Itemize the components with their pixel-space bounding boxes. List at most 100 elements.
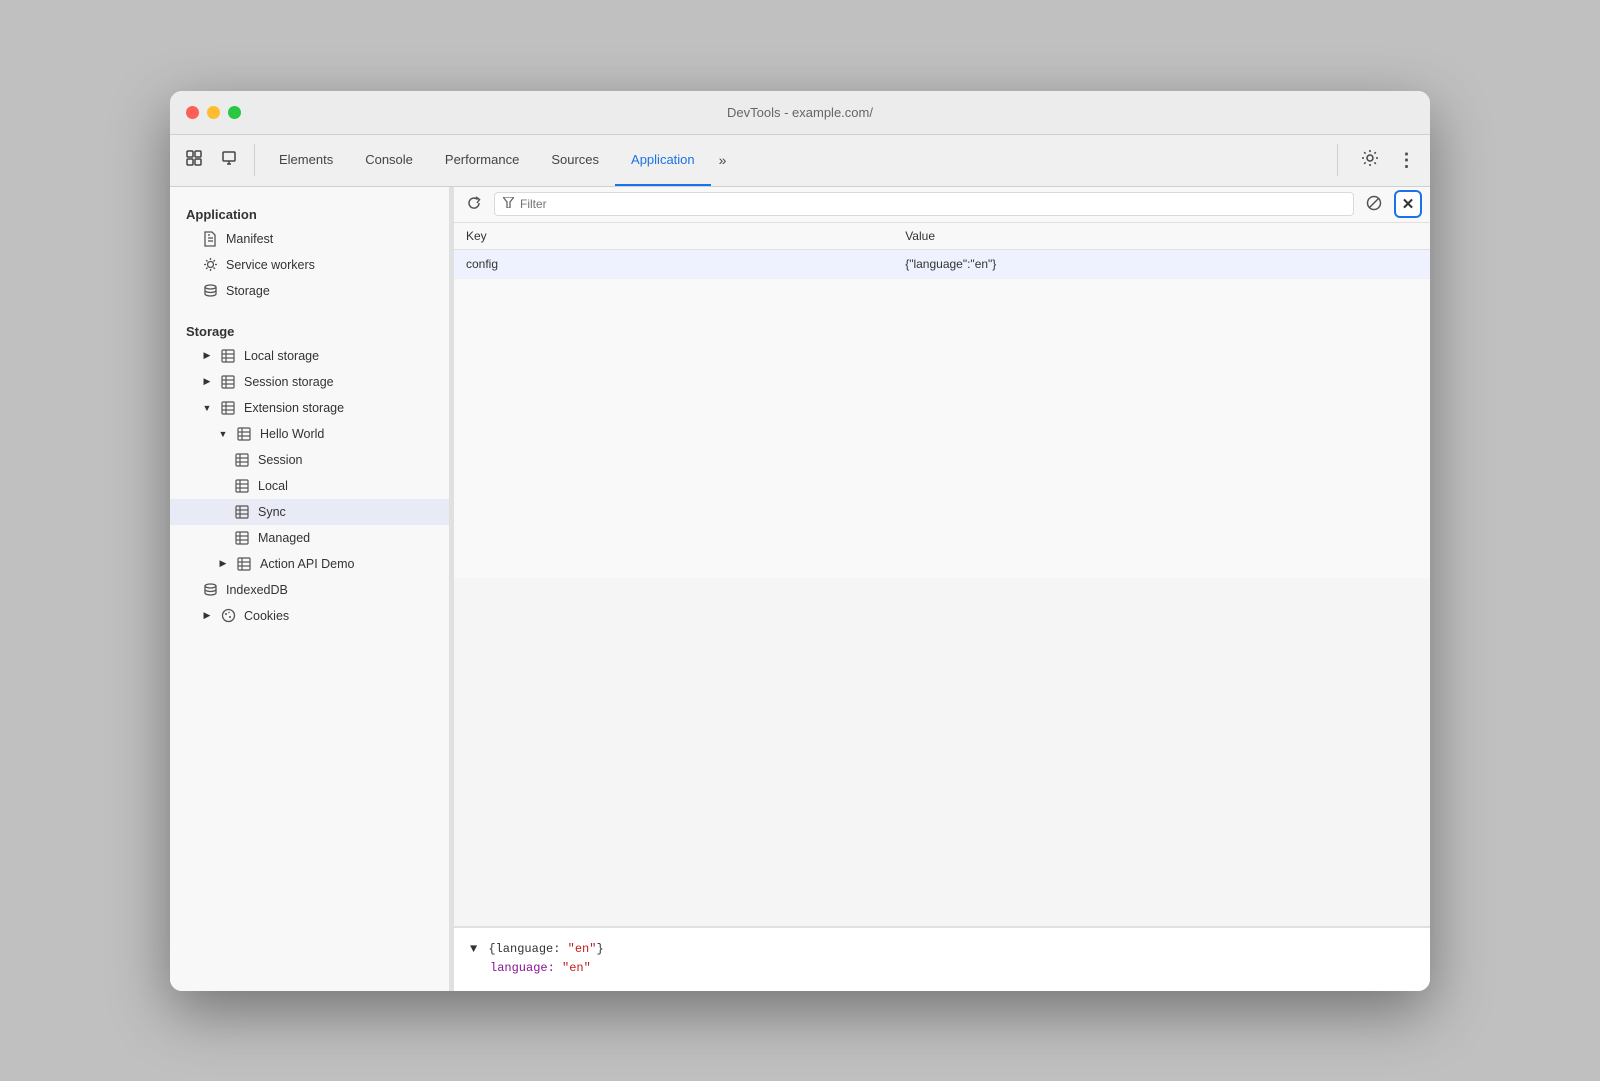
value-column-header: Value: [893, 223, 1430, 250]
filter-container: [494, 192, 1354, 216]
cookies-icon: [220, 608, 236, 624]
storage-section-label: Storage: [170, 316, 449, 343]
preview-object: ▼ {language: "en"} language: "en": [470, 940, 1414, 978]
sidebar-item-local[interactable]: Local: [170, 473, 449, 499]
toolbar-right-buttons: ⋮: [1337, 144, 1422, 176]
preview-root: ▼ {language: "en"}: [470, 940, 1414, 959]
sidebar-item-managed[interactable]: Managed: [170, 525, 449, 551]
action-api-demo-arrow: ▶: [218, 559, 228, 569]
filter-input[interactable]: [520, 197, 1345, 211]
hello-world-icon: [236, 426, 252, 442]
close-window-button[interactable]: [186, 106, 199, 119]
tab-performance[interactable]: Performance: [429, 134, 535, 186]
inspect-element-button[interactable]: [214, 144, 246, 176]
block-icon: [1366, 195, 1382, 214]
window-title: DevTools - example.com/: [727, 105, 873, 120]
panel-toolbar: ✕: [454, 187, 1430, 223]
sidebar-item-local-storage[interactable]: ▶ Local storage: [170, 343, 449, 369]
extension-storage-arrow: ▼: [202, 403, 212, 413]
cookies-arrow: ▶: [202, 611, 212, 621]
settings-button[interactable]: [1354, 144, 1386, 176]
minimize-window-button[interactable]: [207, 106, 220, 119]
sidebar-item-sync[interactable]: Sync: [170, 499, 449, 525]
tab-elements[interactable]: Elements: [263, 134, 349, 186]
filter-icon: [503, 197, 514, 211]
sidebar-item-action-api-demo-label: Action API Demo: [260, 557, 355, 571]
more-tabs-button[interactable]: »: [711, 134, 735, 186]
managed-icon: [234, 530, 250, 546]
sidebar-item-session-storage-label: Session storage: [244, 375, 334, 389]
hello-world-arrow: ▼: [218, 429, 228, 439]
preview-properties: language: "en": [470, 959, 1414, 978]
sidebar-item-managed-label: Managed: [258, 531, 310, 545]
toolbar-icon-group: [178, 144, 255, 176]
sidebar-item-storage-app-label: Storage: [226, 284, 270, 298]
titlebar: DevTools - example.com/: [170, 91, 1430, 135]
sidebar: Application Manifest: [170, 187, 450, 991]
sidebar-item-indexeddb-label: IndexedDB: [226, 583, 288, 597]
action-api-demo-icon: [236, 556, 252, 572]
sidebar-item-storage-app[interactable]: Storage: [170, 278, 449, 304]
sidebar-item-session[interactable]: Session: [170, 447, 449, 473]
key-cell: config: [454, 249, 893, 278]
main-content: Application Manifest: [170, 187, 1430, 991]
data-table-container: Key Value config {"language":"en"}: [454, 223, 1430, 928]
clear-filter-button[interactable]: [1362, 192, 1386, 216]
session-icon: [234, 452, 250, 468]
local-storage-arrow: ▶: [202, 351, 212, 361]
more-icon: ⋮: [1398, 150, 1415, 171]
sidebar-item-service-workers[interactable]: Service workers: [170, 252, 449, 278]
sidebar-item-local-label: Local: [258, 479, 288, 493]
tab-application[interactable]: Application: [615, 134, 711, 186]
application-section-label: Application: [170, 199, 449, 226]
session-storage-icon: [220, 374, 236, 390]
sidebar-item-hello-world-label: Hello World: [260, 427, 324, 441]
x-icon: ✕: [1402, 195, 1415, 213]
devtools-window: DevTools - example.com/: [170, 91, 1430, 991]
session-storage-arrow: ▶: [202, 377, 212, 387]
preview-arrow: ▼: [470, 940, 477, 959]
local-icon: [234, 478, 250, 494]
window-controls: [186, 106, 241, 119]
indexeddb-icon: [202, 582, 218, 598]
service-workers-icon: [202, 257, 218, 273]
extension-storage-icon: [220, 400, 236, 416]
sidebar-item-extension-storage-label: Extension storage: [244, 401, 344, 415]
sidebar-item-service-workers-label: Service workers: [226, 258, 315, 272]
storage-app-icon: [202, 283, 218, 299]
main-toolbar: Elements Console Performance Sources App…: [170, 135, 1430, 187]
preview-property-value: "en": [562, 961, 591, 975]
delete-button[interactable]: ✕: [1394, 190, 1422, 218]
sidebar-item-local-storage-label: Local storage: [244, 349, 319, 363]
value-preview: ▼ {language: "en"} language: "en": [454, 927, 1430, 990]
sidebar-item-action-api-demo[interactable]: ▶ Action API Demo: [170, 551, 449, 577]
more-options-button[interactable]: ⋮: [1390, 144, 1422, 176]
sidebar-item-indexeddb[interactable]: IndexedDB: [170, 577, 449, 603]
sidebar-item-cookies-label: Cookies: [244, 609, 289, 623]
sidebar-item-manifest-label: Manifest: [226, 232, 273, 246]
sidebar-item-manifest[interactable]: Manifest: [170, 226, 449, 252]
tab-bar: Elements Console Performance Sources App…: [263, 134, 1337, 186]
maximize-window-button[interactable]: [228, 106, 241, 119]
table-row-empty: [454, 278, 1430, 578]
storage-table: Key Value config {"language":"en"}: [454, 223, 1430, 579]
sidebar-item-cookies[interactable]: ▶ Cookies: [170, 603, 449, 629]
refresh-icon: [467, 196, 481, 213]
table-row[interactable]: config {"language":"en"}: [454, 249, 1430, 278]
sync-icon: [234, 504, 250, 520]
value-cell: {"language":"en"}: [893, 249, 1430, 278]
tab-sources[interactable]: Sources: [535, 134, 615, 186]
key-column-header: Key: [454, 223, 893, 250]
sidebar-item-hello-world[interactable]: ▼ Hello World: [170, 421, 449, 447]
gear-icon: [1361, 149, 1379, 172]
sidebar-item-session-storage[interactable]: ▶ Session storage: [170, 369, 449, 395]
preview-property-key: language:: [490, 961, 555, 975]
manifest-icon: [202, 231, 218, 247]
tab-console[interactable]: Console: [349, 134, 429, 186]
devtools-panel: ✕ Key Value config {"language":": [454, 187, 1430, 991]
sidebar-item-extension-storage[interactable]: ▼ Extension storage: [170, 395, 449, 421]
cursor-tool-button[interactable]: [178, 144, 210, 176]
refresh-button[interactable]: [462, 192, 486, 216]
cursor-icon: [185, 149, 203, 172]
inspect-icon: [221, 149, 239, 172]
